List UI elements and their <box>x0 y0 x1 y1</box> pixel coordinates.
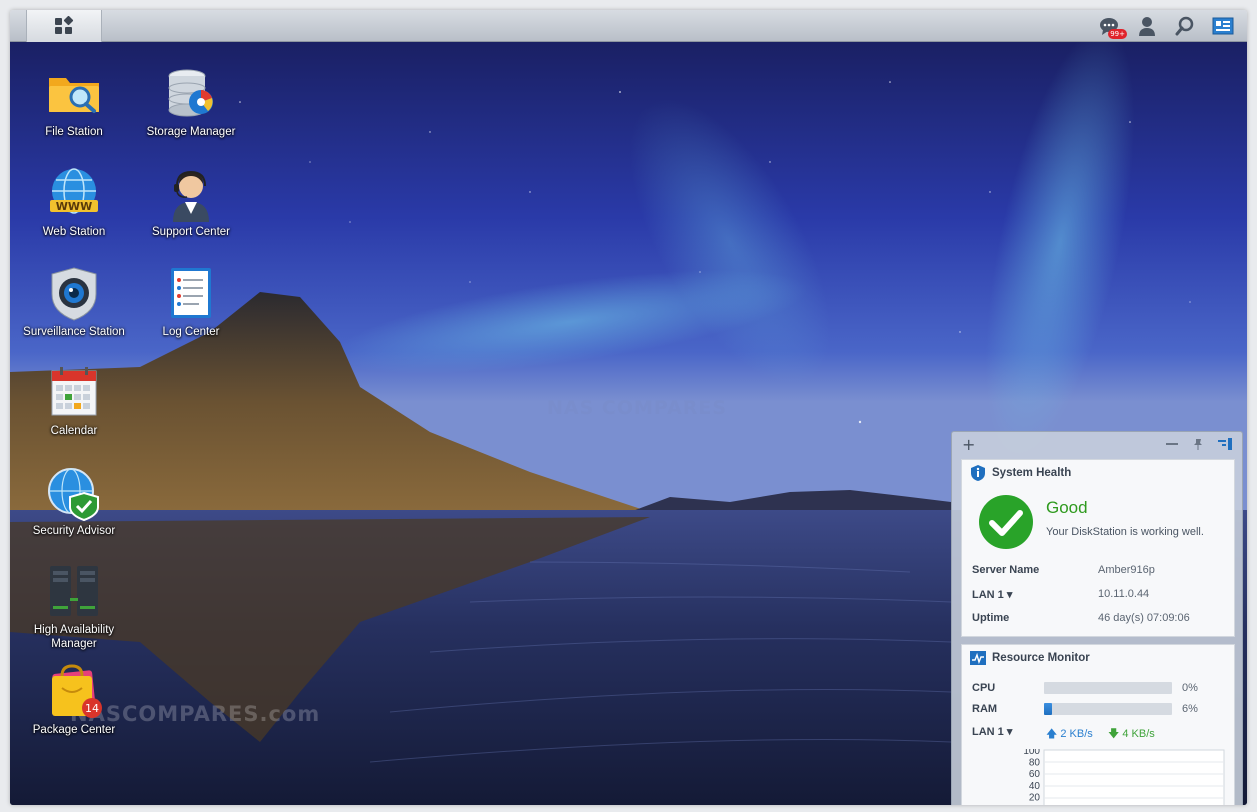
web-station-shortcut[interactable]: WWW Web Station <box>16 164 132 239</box>
icon-label: Security Advisor <box>32 525 116 537</box>
surveillance-camera-icon <box>51 267 97 321</box>
chart-tick-label: 20 <box>1029 792 1041 803</box>
resource-monitor-widget: Resource Monitor CPU 0% RAM 6% LAN 1 ▾ 🡅… <box>961 644 1235 805</box>
search-icon[interactable] <box>1173 14 1197 38</box>
health-status: Good <box>1046 498 1088 517</box>
icon-label: Storage Manager <box>146 126 236 138</box>
upload-rate: 🡅 2 KB/s <box>1046 725 1093 744</box>
pin-icon[interactable] <box>1192 438 1204 450</box>
ram-row: RAM 6% <box>972 703 1232 717</box>
health-message: Your DiskStation is working well. <box>1046 526 1204 538</box>
dsm-window: 99+ NAS COMPARES NASCOMPARES.com File St… <box>10 10 1247 805</box>
widget-toolbar: + <box>952 432 1242 456</box>
main-menu-button[interactable] <box>26 10 102 42</box>
icon-label: Calendar <box>50 425 98 437</box>
system-health-widget: System Health Good Your DiskStation is w… <box>961 459 1235 637</box>
server-pair-icon <box>50 566 98 616</box>
chart-plot-area <box>1043 749 1225 805</box>
chart-tick-label: 0 <box>1034 804 1040 805</box>
icon-label: File Station <box>45 126 103 138</box>
download-arrow-icon: 🡇 <box>1108 728 1120 740</box>
icon-label: High Availability Manager <box>33 624 115 650</box>
minimize-icon[interactable] <box>1166 442 1178 446</box>
calendar-icon <box>51 367 97 416</box>
file-station-shortcut[interactable]: File Station <box>16 64 132 139</box>
cpu-label: CPU <box>972 682 996 694</box>
icon-label: Web Station <box>42 226 106 238</box>
folder-search-icon <box>49 78 99 113</box>
chart-tick-label: 40 <box>1029 781 1041 792</box>
widget-panel: + System Health Good Your DiskStation is… <box>951 431 1243 805</box>
info-shield-icon <box>971 465 985 481</box>
upload-value: 2 KB/s <box>1060 728 1093 740</box>
cpu-value: 0% <box>1182 682 1198 694</box>
widgets-toggle-icon[interactable] <box>1211 14 1235 38</box>
ram-usage-fill <box>1044 703 1052 715</box>
info-value: 46 day(s) 07:09:06 <box>1098 612 1190 624</box>
add-widget-button[interactable]: + <box>962 435 975 454</box>
log-document-icon <box>171 268 211 318</box>
chat-notification-icon[interactable]: 99+ <box>1097 14 1127 39</box>
network-usage-chart: 100806040200 <box>1023 749 1225 805</box>
grid-menu-icon <box>55 16 74 34</box>
widget-dock-icon[interactable] <box>1218 438 1232 450</box>
icon-label: Surveillance Station <box>23 326 125 338</box>
info-value: Amber916p <box>1098 564 1155 576</box>
icon-label: Log Center <box>162 326 220 338</box>
check-circle-icon <box>979 495 1033 549</box>
log-center-shortcut[interactable]: Log Center <box>133 264 249 339</box>
ram-usage-bar <box>1044 703 1172 715</box>
desktop[interactable]: NAS COMPARES NASCOMPARES.com File Statio… <box>10 42 1247 805</box>
icon-label: Package Center <box>32 724 116 736</box>
download-rate: 🡇 4 KB/s <box>1108 725 1155 744</box>
lan-selector[interactable]: LAN 1 ▾ <box>972 588 1092 601</box>
package-update-badge: 14 <box>85 702 99 715</box>
info-label: Uptime <box>972 612 1010 624</box>
system-health-title: System Health <box>992 467 1072 479</box>
user-icon[interactable] <box>1135 14 1159 38</box>
shopping-bag-icon: 14 <box>52 664 102 718</box>
monitor-chart-icon <box>970 651 986 665</box>
watermark: NAS COMPARES <box>547 397 728 419</box>
package-center-shortcut[interactable]: 14 Package Center <box>16 662 132 737</box>
globe-www-icon: WWW <box>50 168 98 214</box>
security-advisor-shortcut[interactable]: Security Advisor <box>16 463 132 538</box>
cpu-row: CPU 0% <box>972 682 1232 696</box>
lan-selector[interactable]: LAN 1 ▾ <box>972 725 1012 738</box>
chart-tick-label: 100 <box>1023 749 1040 757</box>
info-label: Server Name <box>972 564 1040 576</box>
download-value: 4 KB/s <box>1122 728 1155 740</box>
support-center-shortcut[interactable]: Support Center <box>133 164 249 239</box>
storage-disk-icon <box>168 69 213 117</box>
ram-label: RAM <box>972 703 998 715</box>
info-value: 10.11.0.44 <box>1098 588 1150 600</box>
surveillance-station-shortcut[interactable]: Surveillance Station <box>16 264 132 339</box>
resource-monitor-title: Resource Monitor <box>992 652 1090 664</box>
support-agent-icon <box>173 170 209 222</box>
chart-tick-label: 60 <box>1029 769 1041 780</box>
security-shield-icon <box>48 468 99 522</box>
taskbar: 99+ <box>10 10 1247 42</box>
chart-tick-label: 80 <box>1029 758 1041 769</box>
svg-text:WWW: WWW <box>56 200 92 213</box>
cpu-usage-bar <box>1044 682 1172 694</box>
ram-value: 6% <box>1182 703 1198 715</box>
upload-arrow-icon: 🡅 <box>1046 728 1058 740</box>
high-availability-manager-shortcut[interactable]: High Availability Manager <box>16 562 132 651</box>
storage-manager-shortcut[interactable]: Storage Manager <box>133 64 249 139</box>
calendar-shortcut[interactable]: Calendar <box>16 363 132 438</box>
notification-badge: 99+ <box>1108 29 1127 39</box>
icon-label: Support Center <box>152 226 230 238</box>
